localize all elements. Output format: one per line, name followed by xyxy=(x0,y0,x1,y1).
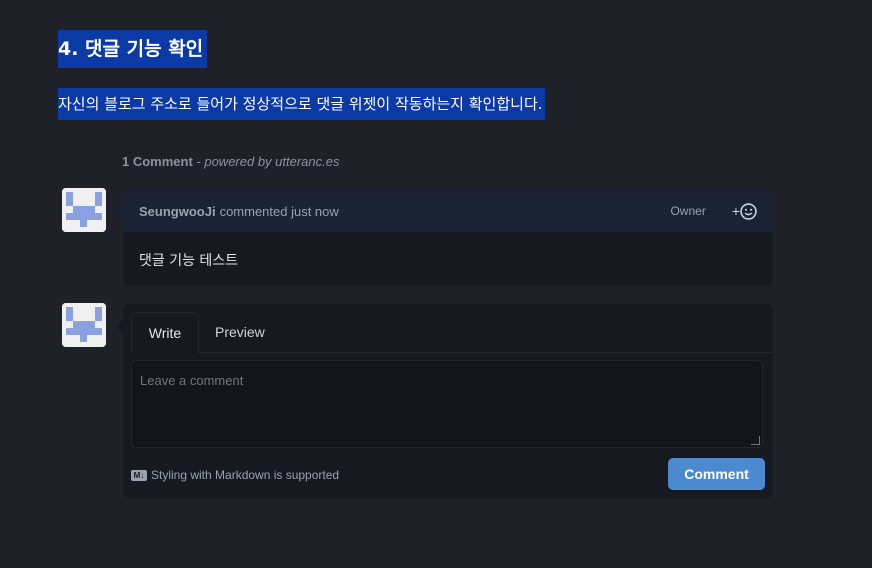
owner-badge: Owner xyxy=(670,204,706,218)
current-user-avatar[interactable] xyxy=(62,303,106,347)
comment-placeholder: Leave a comment xyxy=(140,373,244,388)
resize-handle[interactable] xyxy=(751,436,760,445)
tab-write[interactable]: Write xyxy=(131,312,199,354)
comment-textarea[interactable]: Leave a comment xyxy=(131,360,763,448)
avatar-identicon xyxy=(62,188,106,232)
markdown-support-link[interactable]: M↓ Styling with Markdown is supported xyxy=(131,468,339,482)
comment-card: SeungwooJi commented just now Owner + 댓글… xyxy=(116,190,773,286)
card-pointer xyxy=(116,320,123,334)
new-comment-form: Write Preview Leave a comment M↓ Styling… xyxy=(116,304,773,498)
comment-author[interactable]: SeungwooJi xyxy=(139,204,216,219)
markdown-note: Styling with Markdown is supported xyxy=(151,468,340,482)
add-reaction-button[interactable]: + xyxy=(731,202,757,220)
comment-action: commented just now xyxy=(219,203,339,219)
comment-body: 댓글 기능 테스트 xyxy=(139,253,239,269)
smiley-icon xyxy=(740,202,757,220)
instruction-paragraph: 자신의 블로그 주소로 들어가 정상적으로 댓글 위젯이 작동하는지 확인합니다… xyxy=(58,88,545,120)
commenter-avatar[interactable] xyxy=(62,188,106,232)
editor-tabs: Write Preview xyxy=(131,312,773,354)
powered-by[interactable]: - powered by utteranc.es xyxy=(193,154,339,169)
avatar-identicon xyxy=(62,303,106,347)
section-heading: 4. 댓글 기능 확인 xyxy=(58,30,208,68)
tab-preview[interactable]: Preview xyxy=(215,312,265,352)
comment-header: SeungwooJi commented just now Owner + xyxy=(123,190,773,232)
comment-count: 1 Comment xyxy=(122,154,193,169)
markdown-icon: M↓ xyxy=(131,469,147,481)
reaction-plus: + xyxy=(731,203,740,219)
comment-submit-button[interactable]: Comment xyxy=(668,458,765,490)
comments-meta: 1 Comment - powered by utteranc.es xyxy=(122,154,340,169)
card-pointer xyxy=(116,204,123,218)
